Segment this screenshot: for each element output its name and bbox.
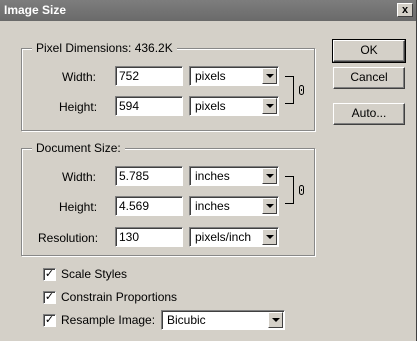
pixel-width-unit-select[interactable]: pixels: [189, 66, 279, 86]
resample-image-label[interactable]: Resample Image:: [61, 312, 155, 328]
close-button[interactable]: x: [397, 3, 413, 17]
doc-link-bracket: [285, 176, 294, 204]
pixel-dimensions-group: Pixel Dimensions: 436.2K: [21, 41, 315, 131]
chevron-down-icon[interactable]: [262, 198, 277, 214]
chevron-down-icon[interactable]: [262, 98, 277, 114]
doc-width-unit-value: inches: [195, 169, 230, 183]
pixel-height-unit-value: pixels: [195, 99, 226, 113]
chevron-down-icon[interactable]: [268, 312, 283, 328]
doc-height-unit-select[interactable]: inches: [189, 196, 279, 216]
pixel-height-unit-select[interactable]: pixels: [189, 96, 279, 116]
chain-link-icon: [299, 185, 304, 195]
constrain-proportions-label[interactable]: Constrain Proportions: [61, 289, 177, 305]
chevron-down-icon[interactable]: [262, 168, 277, 184]
ok-button[interactable]: OK: [332, 39, 406, 63]
resolution-unit-value: pixels/inch: [195, 230, 252, 244]
doc-width-input[interactable]: 5.785: [115, 166, 183, 186]
resample-method-value: Bicubic: [167, 313, 206, 327]
doc-width-unit-select[interactable]: inches: [189, 166, 279, 186]
scale-styles-label[interactable]: Scale Styles: [61, 266, 127, 282]
resample-image-checkbox[interactable]: ✓: [43, 314, 56, 327]
resolution-unit-select[interactable]: pixels/inch: [189, 227, 279, 247]
checkmark-icon: ✓: [44, 314, 55, 326]
document-size-legend: Document Size:: [32, 141, 125, 155]
pixel-width-input[interactable]: 752: [115, 66, 183, 86]
chain-link-icon: [299, 85, 304, 95]
chevron-down-icon[interactable]: [262, 229, 277, 245]
cancel-button-label: Cancel: [350, 70, 388, 84]
pixel-height-input[interactable]: 594: [115, 96, 183, 116]
auto-button[interactable]: Auto...: [333, 103, 405, 125]
doc-width-label: Width:: [62, 170, 97, 184]
title-bar: Image Size x: [0, 0, 416, 21]
pixel-link-bracket: [285, 76, 294, 104]
pixel-width-value: 752: [119, 69, 140, 83]
checkmark-icon: ✓: [44, 268, 55, 280]
checkmark-icon: ✓: [44, 291, 55, 303]
pixel-height-label: Height:: [59, 100, 98, 114]
doc-height-value: 4.569: [119, 199, 150, 213]
doc-height-input[interactable]: 4.569: [115, 196, 183, 216]
doc-height-unit-value: inches: [195, 199, 230, 213]
image-size-dialog: Image Size x Pixel Dimensions: 436.2K Wi…: [0, 0, 417, 341]
pixel-width-unit-value: pixels: [195, 69, 226, 83]
cancel-button[interactable]: Cancel: [333, 67, 405, 89]
pixel-height-value: 594: [119, 99, 140, 113]
chevron-down-icon[interactable]: [262, 68, 277, 84]
pixel-dimensions-legend: Pixel Dimensions: 436.2K: [32, 41, 177, 55]
doc-height-label: Height:: [59, 200, 98, 214]
resolution-label: Resolution:: [38, 231, 99, 245]
resolution-input[interactable]: 130: [115, 227, 183, 247]
resample-method-select[interactable]: Bicubic: [161, 310, 285, 330]
ok-button-label: OK: [360, 43, 378, 57]
doc-width-value: 5.785: [119, 169, 150, 183]
pixel-width-label: Width:: [62, 70, 97, 84]
dialog-title: Image Size: [4, 3, 67, 17]
resolution-value: 130: [119, 230, 140, 244]
scale-styles-checkbox[interactable]: ✓: [43, 268, 56, 281]
close-icon: x: [401, 4, 409, 16]
constrain-proportions-checkbox[interactable]: ✓: [43, 291, 56, 304]
auto-button-label: Auto...: [351, 106, 387, 120]
